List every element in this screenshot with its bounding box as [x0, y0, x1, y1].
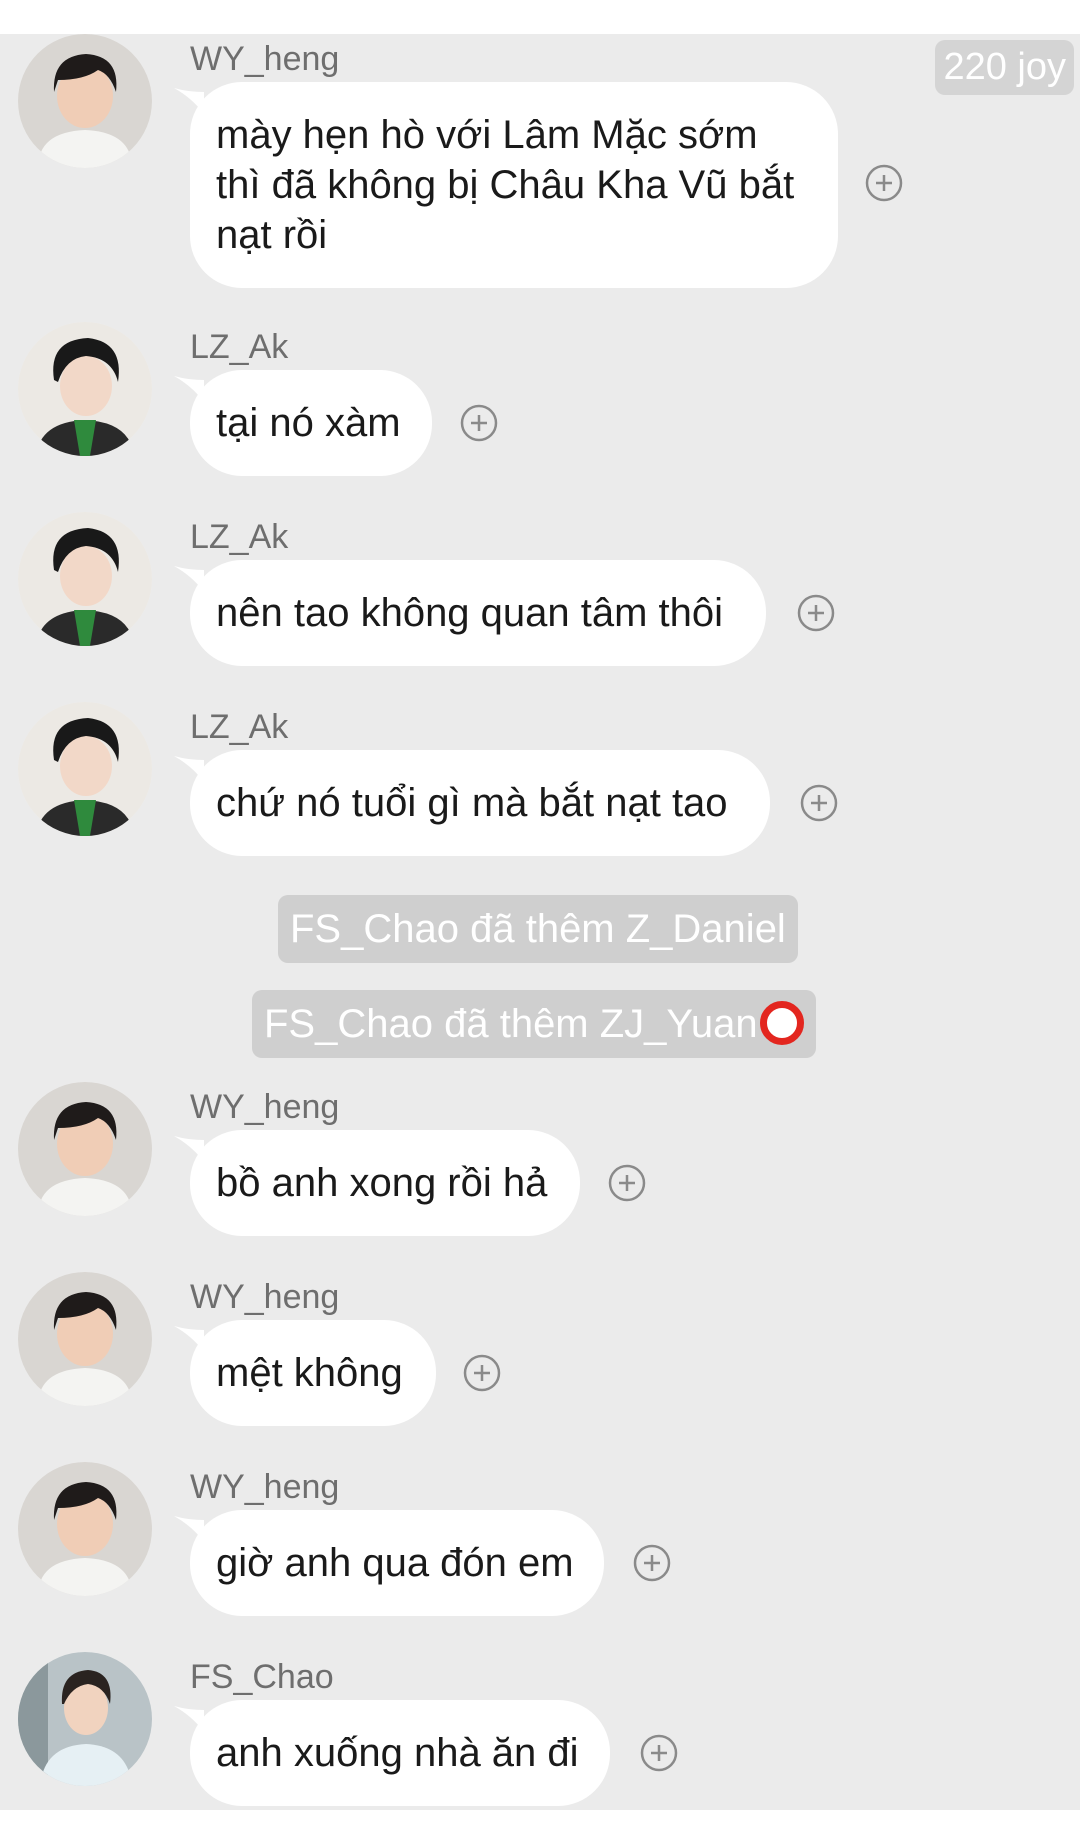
message-text: tại nó xàm [216, 401, 401, 445]
message-text: giờ anh qua đón em [216, 1541, 574, 1585]
add-reaction-icon[interactable] [865, 164, 903, 202]
message-bubble[interactable]: anh xuống nhà ăn đi [174, 1700, 610, 1806]
avatar-lz-ak[interactable] [18, 322, 152, 456]
add-reaction-icon[interactable] [640, 1734, 678, 1772]
sender-name: LZ_Ak [190, 518, 289, 556]
sender-name: WY_heng [190, 1468, 340, 1506]
avatar-wy-heng[interactable] [18, 1082, 152, 1216]
system-notice: FS_Chao đã thêm Z_Daniel [278, 895, 798, 963]
avatar-lz-ak[interactable] [18, 512, 152, 646]
sender-name: WY_heng [190, 40, 340, 78]
message-text: anh xuống nhà ăn đi [216, 1731, 579, 1775]
message-text: bồ anh xong rồi hả [216, 1161, 548, 1205]
sender-name: LZ_Ak [190, 328, 289, 366]
message-text: mày hẹn hò với Lâm Mặc sớm thì đã không … [216, 113, 795, 257]
avatar-lz-ak[interactable] [18, 702, 152, 836]
add-reaction-icon[interactable] [633, 1544, 671, 1582]
red-circle-icon [759, 1001, 804, 1045]
avatar-fs-chao[interactable] [18, 1652, 152, 1786]
sender-name: WY_heng [190, 1278, 340, 1316]
message-bubble[interactable]: nên tao không quan tâm thôi [174, 560, 766, 666]
message-bubble[interactable]: mày hẹn hò với Lâm Mặc sớm thì đã không … [174, 82, 838, 288]
system-notice-text: FS_Chao đã thêm ZJ_Yuan [264, 1002, 758, 1046]
add-reaction-icon[interactable] [460, 404, 498, 442]
system-notice-text: FS_Chao đã thêm Z_Daniel [290, 907, 786, 951]
message-text: chứ nó tuổi gì mà bắt nạt tao [216, 781, 728, 825]
status-bar-strip [0, 0, 1080, 34]
bottom-strip [0, 1810, 1080, 1833]
avatar-wy-heng[interactable] [18, 1462, 152, 1596]
message-text: mệt không [216, 1351, 403, 1395]
message-bubble[interactable]: mệt không [174, 1320, 436, 1426]
sender-name: FS_Chao [190, 1658, 334, 1696]
message-bubble[interactable]: giờ anh qua đón em [174, 1510, 604, 1616]
system-notice: FS_Chao đã thêm ZJ_Yuan [252, 990, 816, 1058]
joy-badge: 220 joy [935, 40, 1074, 95]
add-reaction-icon[interactable] [797, 594, 835, 632]
avatar-wy-heng[interactable] [18, 1272, 152, 1406]
avatar-wy-heng[interactable] [18, 34, 152, 168]
message-bubble[interactable]: chứ nó tuổi gì mà bắt nạt tao [174, 750, 770, 856]
sender-name: LZ_Ak [190, 708, 289, 746]
message-bubble[interactable]: tại nó xàm [174, 370, 432, 476]
message-text: nên tao không quan tâm thôi [216, 591, 724, 635]
sender-name: WY_heng [190, 1088, 340, 1126]
add-reaction-icon[interactable] [800, 784, 838, 822]
add-reaction-icon[interactable] [608, 1164, 646, 1202]
message-bubble[interactable]: bồ anh xong rồi hả [174, 1130, 580, 1236]
add-reaction-icon[interactable] [463, 1354, 501, 1392]
